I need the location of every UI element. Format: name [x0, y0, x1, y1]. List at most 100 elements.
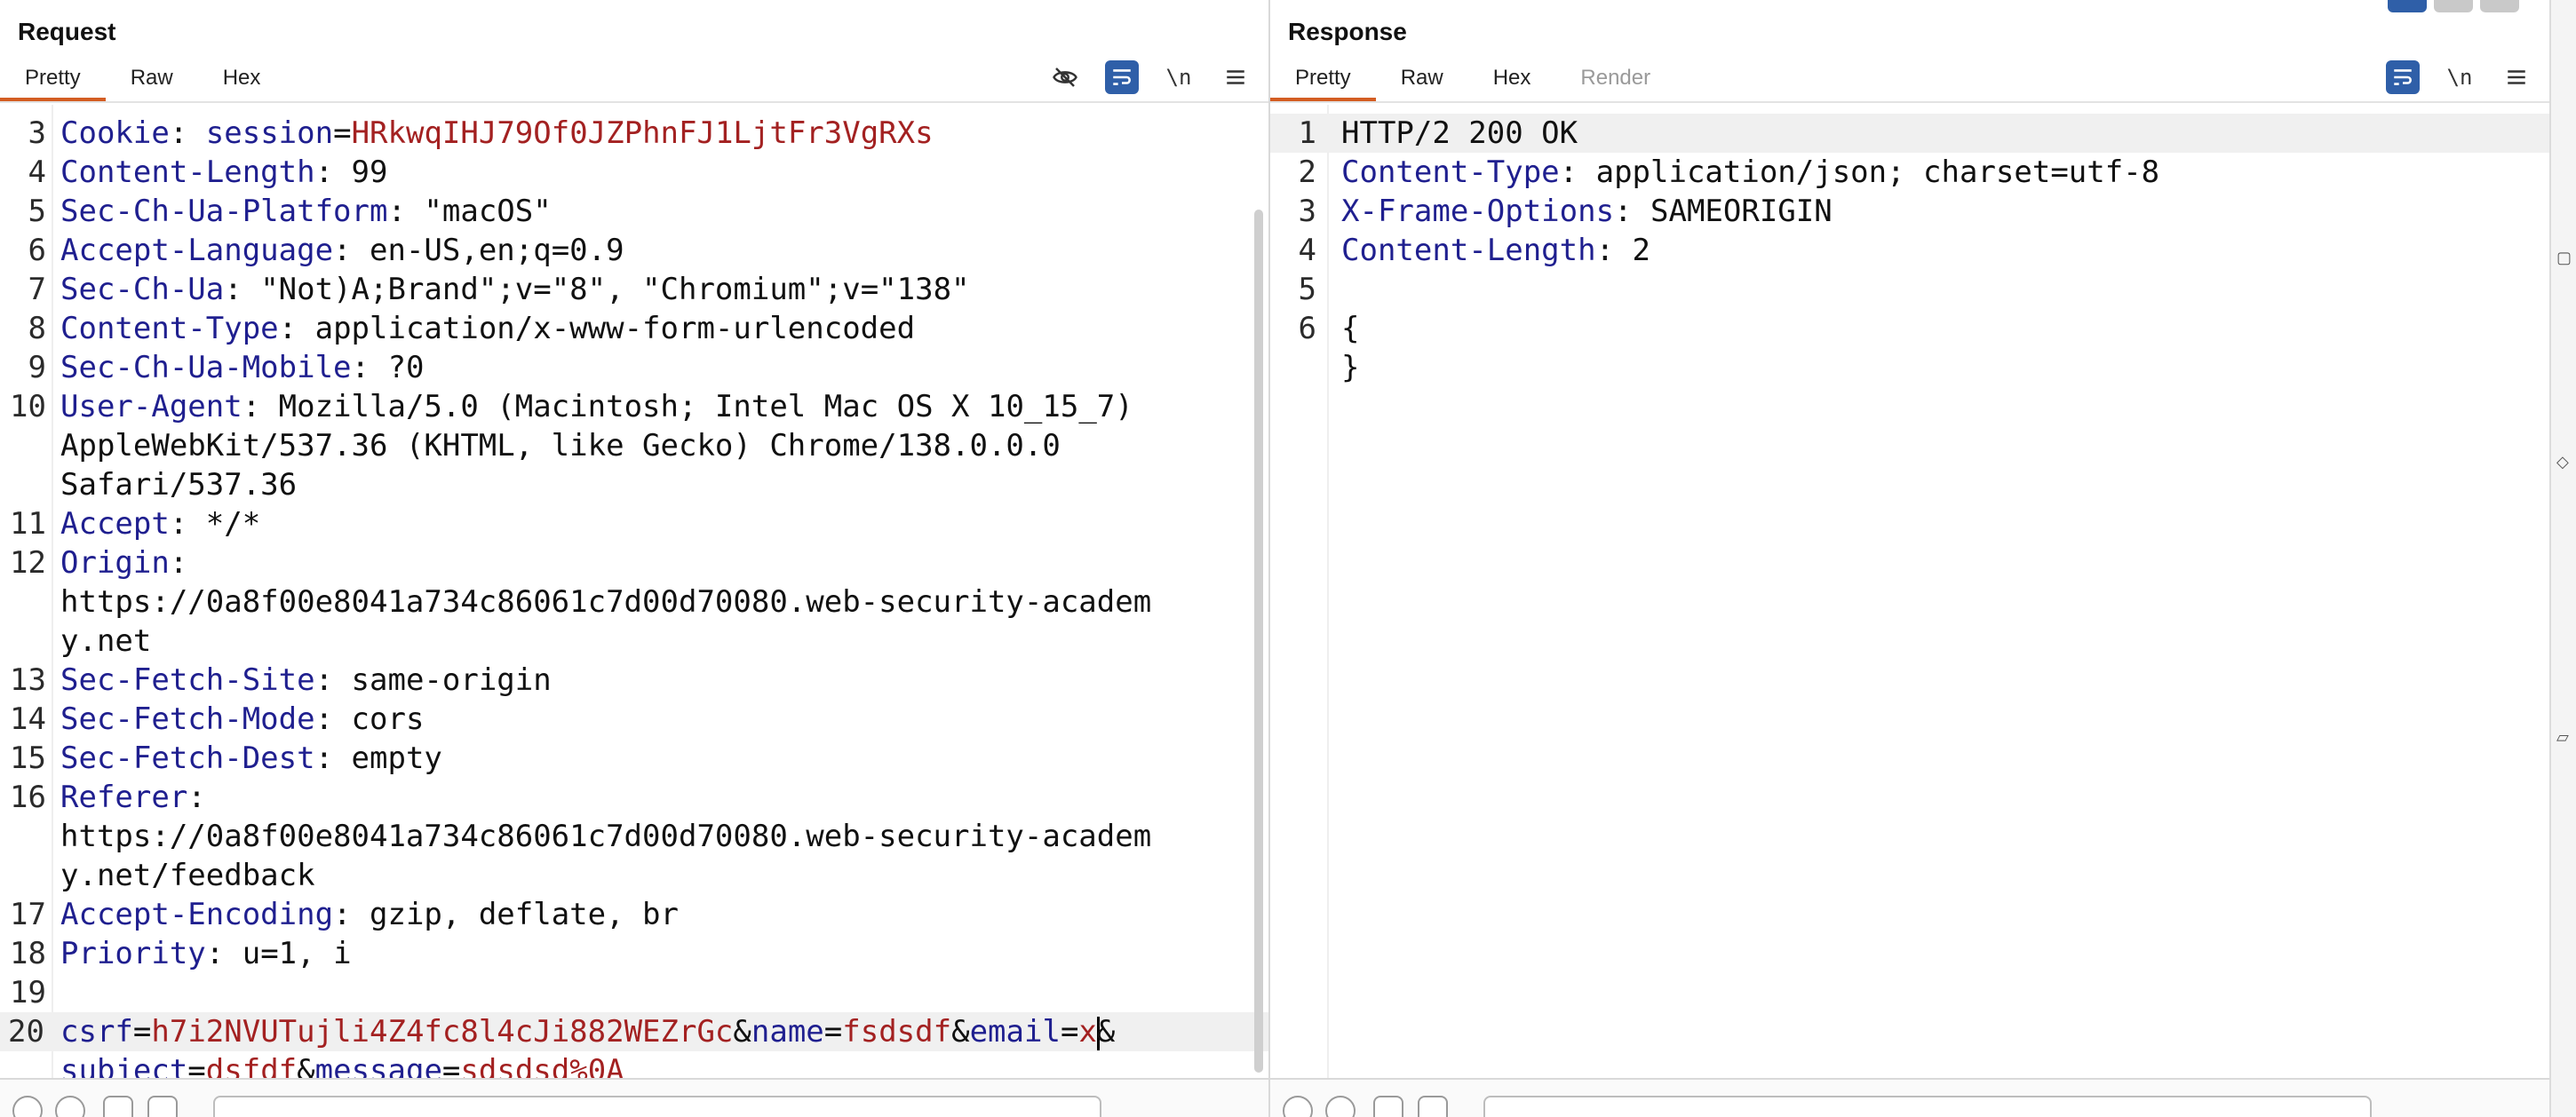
response-tab-pretty[interactable]: Pretty: [1270, 57, 1376, 101]
response-tab-raw[interactable]: Raw: [1376, 57, 1468, 99]
line-value: AppleWebKit/537.36 (KHTML, like Gecko) C…: [60, 428, 1061, 463]
code-line: 3 X-Frame-Options: SAMEORIGIN: [1270, 192, 2549, 231]
request-editor[interactable]: 3 Cookie: session=HRkwqIHJ79Of0JZPhnFJ1Lj…: [0, 105, 1268, 1078]
header-name: Cookie: [60, 115, 170, 151]
request-tab-hex[interactable]: Hex: [198, 57, 286, 99]
code-line: 14 Sec-Fetch-Mode: cors: [0, 700, 1268, 739]
line-content: Content-Type: application/x-www-form-url…: [60, 309, 915, 348]
next-match-button[interactable]: [1418, 1096, 1448, 1117]
header-separator: :: [205, 936, 242, 971]
header-name: Sec-Fetch-Mode: [60, 701, 315, 737]
help-icon[interactable]: [12, 1096, 43, 1117]
eye-slash-icon[interactable]: [1048, 60, 1082, 94]
request-scrollbar[interactable]: [1254, 210, 1263, 1073]
header-name: Origin: [60, 545, 170, 581]
line-content: Accept-Language: en-US,en;q=0.9: [60, 231, 624, 270]
line-number: 5: [28, 194, 46, 229]
layout-tabs-button[interactable]: [2480, 0, 2519, 12]
header-separator: :: [224, 272, 261, 307]
line-number: 18: [10, 936, 46, 971]
line-number: 14: [10, 701, 46, 737]
line-number: 6: [1298, 311, 1316, 346]
explanations-icon[interactable]: ◇: [2556, 453, 2569, 471]
request-tab-raw[interactable]: Raw: [106, 57, 198, 99]
line-value: SAMEORIGIN: [1650, 194, 1833, 229]
header-name: Sec-Ch-Ua-Platform: [60, 194, 388, 229]
hamburger-menu-icon[interactable]: [1219, 60, 1252, 94]
body-line: subject=dsfdf&message=sdsdsd%0A: [0, 1051, 1268, 1078]
line-number: 1: [1298, 115, 1316, 151]
header-name: Content-Length: [1341, 233, 1596, 268]
header-separator: :: [1614, 194, 1650, 229]
code-line: 1 HTTP/2 200 OK: [1270, 114, 2549, 153]
word-wrap-icon[interactable]: [1105, 60, 1139, 94]
line-content: https://0a8f00e8041a734c86061c7d00d70080…: [60, 817, 1151, 856]
code-line: 5: [1270, 270, 2549, 309]
word-wrap-icon[interactable]: [2386, 60, 2420, 94]
layout-side-by-side-button[interactable]: [2388, 0, 2427, 12]
settings-gear-icon[interactable]: [55, 1096, 85, 1117]
param-value: h7i2NVUTujli4Z4fc8l4cJi882WEZrGc: [151, 1014, 734, 1050]
line-value: application/json; charset=utf-8: [1595, 154, 2160, 190]
line-value: gzip, deflate, br: [370, 897, 679, 932]
request-footer: [0, 1078, 1268, 1117]
layout-toggle-group: [2388, 0, 2519, 12]
body-content: csrf=h7i2NVUTujli4Z4fc8l4cJi882WEZrGc&na…: [60, 1012, 1115, 1051]
line-content: Origin:: [60, 543, 187, 582]
line-content: Accept: */*: [60, 504, 260, 543]
line-number: 17: [10, 897, 46, 932]
request-tab-pretty[interactable]: Pretty: [0, 57, 106, 101]
header-separator: :: [1595, 233, 1633, 268]
line-value: "macOS": [424, 194, 552, 229]
layout-top-bottom-button[interactable]: [2434, 0, 2473, 12]
request-search-input[interactable]: [213, 1096, 1101, 1117]
response-tab-divider: [1270, 101, 2549, 103]
line-number: 8: [28, 311, 46, 346]
cookie-name: session: [205, 115, 334, 151]
code-line: 9 Sec-Ch-Ua-Mobile: ?0: [0, 348, 1268, 387]
code-line: 4 Content-Length: 99: [0, 153, 1268, 192]
line-content: Sec-Fetch-Mode: cors: [60, 700, 424, 739]
response-tab-hex[interactable]: Hex: [1468, 57, 1556, 99]
hamburger-menu-icon[interactable]: [2500, 60, 2533, 94]
response-editor[interactable]: 1 HTTP/2 200 OK 2 Content-Type: application…: [1270, 105, 2549, 1078]
line-number: 5: [1298, 272, 1316, 307]
header-separator: :: [314, 741, 352, 776]
notes-icon[interactable]: ▢: [2556, 249, 2572, 267]
body-content: subject=dsfdf&message=sdsdsd%0A: [60, 1051, 624, 1078]
newline-toggle-button[interactable]: \n: [1162, 60, 1196, 94]
code-line: 7 Sec-Ch-Ua: "Not)A;Brand";v="8", "Chromi…: [0, 270, 1268, 309]
prev-match-button[interactable]: [1373, 1096, 1403, 1117]
param-ampersand: &: [951, 1014, 970, 1050]
header-name: User-Agent: [60, 389, 242, 424]
code-line: 17 Accept-Encoding: gzip, deflate, br: [0, 895, 1268, 934]
param-value: x: [1078, 1014, 1097, 1050]
line-number: 13: [10, 662, 46, 698]
response-tab-render[interactable]: Render: [1555, 57, 1675, 99]
response-search-input[interactable]: [1483, 1096, 2372, 1117]
line-value: HTTP/2 200 OK: [1341, 115, 1578, 151]
request-title: Request: [18, 18, 116, 45]
code-line: https://0a8f00e8041a734c86061c7d00d70080…: [0, 817, 1268, 856]
line-value: empty: [351, 741, 442, 776]
header-separator: :: [187, 780, 206, 815]
param-equals: =: [441, 1053, 461, 1078]
custom-actions-icon[interactable]: ▱: [2556, 728, 2569, 747]
header-separator: :: [314, 154, 352, 190]
line-number: 3: [1298, 194, 1316, 229]
line-value: */*: [205, 506, 261, 542]
next-match-button[interactable]: [147, 1096, 178, 1117]
line-value: en-US,en;q=0.9: [370, 233, 624, 268]
line-number: 3: [28, 115, 46, 151]
line-content: https://0a8f00e8041a734c86061c7d00d70080…: [60, 582, 1151, 622]
settings-gear-icon[interactable]: [1325, 1096, 1356, 1117]
code-line: 12 Origin:: [0, 543, 1268, 582]
help-icon[interactable]: [1283, 1096, 1313, 1117]
newline-toggle-button[interactable]: \n: [2443, 60, 2477, 94]
param-value: fsdsdf: [842, 1014, 952, 1050]
line-number: 6: [28, 233, 46, 268]
code-line: 10 User-Agent: Mozilla/5.0 (Macintosh; In…: [0, 387, 1268, 426]
request-toolbar: \n: [1048, 60, 1252, 94]
code-line: 4 Content-Length: 2: [1270, 231, 2549, 270]
prev-match-button[interactable]: [103, 1096, 133, 1117]
